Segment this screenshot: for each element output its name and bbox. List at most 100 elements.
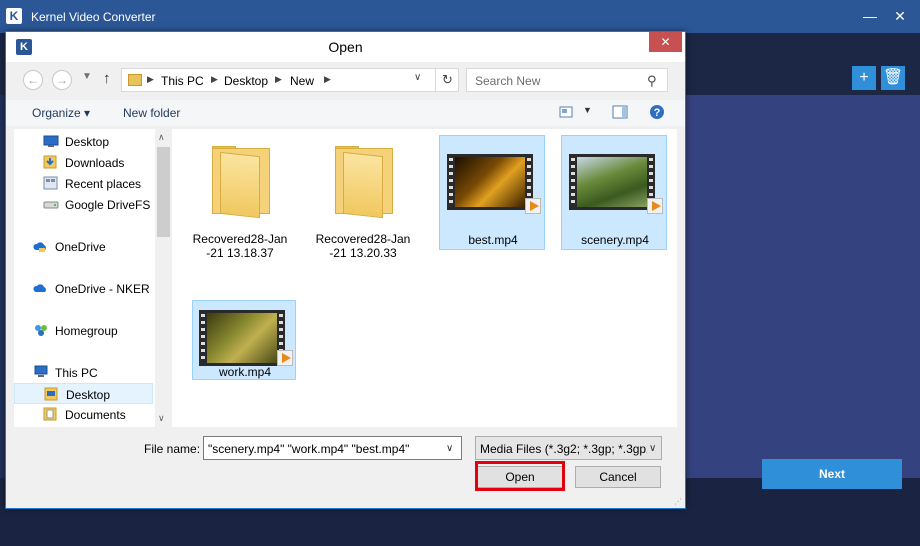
breadcrumb-separator-icon: ▶ [147, 74, 154, 84]
file-type-select[interactable]: Media Files (*.3g2; *.3gp; *.3gp2 ∨ [475, 436, 662, 460]
desktop-folder-icon [44, 387, 60, 401]
nav-item-this-pc[interactable]: This PC [14, 362, 153, 383]
open-button-highlight [475, 461, 565, 491]
file-name-line1: Recovered28-Jan [315, 232, 411, 246]
file-tile-folder-1[interactable]: Recovered28-Jan -21 13.18.37 [187, 136, 293, 260]
recent-locations-icon[interactable]: ▼ [82, 71, 92, 82]
breadcrumb-separator-icon: ▶ [324, 74, 331, 84]
breadcrumb-desktop[interactable]: Desktop [224, 74, 268, 88]
view-options-chevron-icon[interactable]: ▼ [583, 105, 592, 115]
preview-pane-icon[interactable] [612, 104, 628, 120]
next-button[interactable]: Next [762, 459, 902, 489]
film-perforation [649, 158, 653, 161]
back-arrow-icon[interactable]: ← [23, 70, 43, 90]
downloads-icon [43, 155, 59, 169]
help-icon[interactable]: ? [649, 104, 665, 120]
breadcrumb-this-pc[interactable]: This PC [161, 74, 204, 88]
nav-item-desktop[interactable]: Desktop [14, 131, 153, 152]
new-folder-button[interactable]: New folder [123, 106, 180, 120]
file-name: work.mp4 [218, 365, 271, 379]
file-list: Recovered28-Jan -21 13.18.37 Recovered28… [172, 129, 677, 427]
film-perforation [201, 314, 205, 317]
nav-item-downloads[interactable]: Downloads [14, 152, 153, 173]
scroll-down-icon[interactable]: ∨ [158, 413, 165, 424]
film-perforation [449, 186, 453, 189]
this-pc-icon [33, 365, 49, 379]
file-tile-work-mp4[interactable]: work.mp4 [192, 300, 296, 380]
folder-icon [317, 146, 409, 219]
film-perforation [279, 314, 283, 317]
nav-item-label: Documents [65, 408, 126, 422]
nav-pane-scrollbar[interactable]: ∧ ∨ [155, 129, 172, 427]
film-perforation [649, 193, 653, 196]
file-name-value[interactable]: "scenery.mp4" "work.mp4" "best.mp4" [208, 442, 409, 456]
film-perforation [449, 193, 453, 196]
film-perforation [201, 321, 205, 324]
nav-item-label: Google DriveFS [65, 198, 151, 212]
minimize-button[interactable]: — [860, 6, 880, 26]
nav-item-onedrive[interactable]: OneDrive [14, 236, 153, 257]
refresh-icon[interactable]: ↻ [435, 69, 459, 91]
nav-item-desktop-selected[interactable]: Desktop [14, 383, 153, 404]
nav-item-onedrive-nker[interactable]: OneDrive - NKER [14, 278, 153, 299]
film-perforation [201, 335, 205, 338]
breadcrumb-separator-icon: ▶ [275, 74, 282, 84]
video-thumbnail-icon [569, 146, 663, 214]
organize-button[interactable]: Organize ▾ [32, 106, 90, 120]
resize-grip-icon[interactable]: ⋰ [674, 497, 682, 506]
chevron-down-icon[interactable]: ∨ [414, 72, 421, 83]
film-perforation [279, 335, 283, 338]
file-name-line2: -21 13.20.33 [329, 246, 397, 260]
video-thumbnail-icon [447, 146, 541, 214]
desktop-icon [43, 134, 59, 148]
scrollbar-thumb[interactable] [157, 147, 170, 237]
scroll-up-icon[interactable]: ∧ [158, 132, 165, 143]
dialog-close-button[interactable]: ✕ [649, 32, 682, 52]
chevron-down-icon[interactable]: ∨ [446, 443, 453, 454]
film-perforation [527, 158, 531, 161]
open-dialog: K Open ✕ ← → ▼ ↑ ▶ This PC ▶ Desktop ▶ N… [5, 31, 686, 509]
drive-icon [43, 197, 59, 211]
film-perforation [201, 356, 205, 359]
film-perforation [201, 349, 205, 352]
folder-icon [194, 146, 286, 219]
file-tile-best-mp4[interactable]: best.mp4 [439, 135, 545, 250]
file-name-line2: -21 13.18.37 [206, 246, 274, 260]
homegroup-icon [33, 323, 49, 337]
film-perforation [571, 172, 575, 175]
add-button[interactable]: + [852, 66, 876, 90]
app-close-button[interactable]: ✕ [890, 6, 910, 26]
nav-item-label: Downloads [65, 156, 125, 170]
search-input[interactable]: Search New [475, 74, 540, 88]
file-name-field[interactable]: "scenery.mp4" "work.mp4" "best.mp4" ∨ [203, 436, 462, 460]
file-tile-folder-2[interactable]: Recovered28-Jan -21 13.20.33 [310, 136, 416, 260]
nav-item-recent-places[interactable]: Recent places [14, 173, 153, 194]
breadcrumb-new[interactable]: New [290, 74, 314, 88]
film-perforation [571, 200, 575, 203]
film-perforation [649, 186, 653, 189]
command-toolbar: Organize ▾ New folder ▼ ? [6, 100, 685, 126]
change-view-icon[interactable] [558, 104, 574, 120]
play-icon [647, 198, 663, 214]
film-perforation [571, 158, 575, 161]
dialog-titlebar[interactable]: K Open ✕ [6, 32, 685, 62]
nav-item-label: Recent places [65, 177, 142, 191]
film-perforation [201, 328, 205, 331]
nav-item-homegroup[interactable]: Homegroup [14, 320, 153, 341]
film-perforation [571, 193, 575, 196]
search-box[interactable]: Search New ⚲ [466, 68, 668, 92]
film-perforation [279, 328, 283, 331]
film-perforation [527, 165, 531, 168]
file-tile-scenery-mp4[interactable]: scenery.mp4 [561, 135, 667, 250]
delete-button[interactable]: 🗑 [881, 66, 905, 90]
cancel-button[interactable]: Cancel [575, 466, 661, 488]
film-perforation [571, 186, 575, 189]
address-bar[interactable]: ▶ This PC ▶ Desktop ▶ New ▶ ∨ ↻ [121, 68, 459, 92]
nav-item-google-drivefs[interactable]: Google DriveFS [14, 194, 153, 215]
nav-item-label: Homegroup [55, 324, 118, 338]
nav-item-documents[interactable]: Documents [14, 404, 153, 425]
up-arrow-icon[interactable]: ↑ [103, 70, 111, 87]
search-icon[interactable]: ⚲ [647, 73, 657, 89]
forward-arrow-icon[interactable]: → [52, 70, 72, 90]
chevron-down-icon[interactable]: ∨ [647, 443, 657, 454]
